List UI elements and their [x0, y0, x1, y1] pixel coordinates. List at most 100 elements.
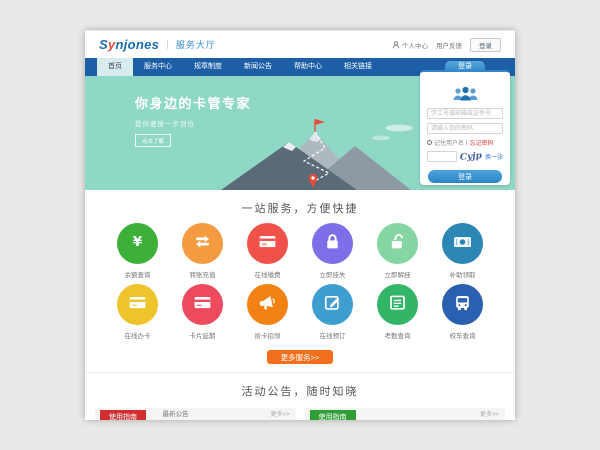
announcements-section: 活动公告，随时知晓 使用指南 最新公告 更多>> 使用指南 更多>> [85, 372, 515, 420]
logo-part: njones [116, 37, 160, 52]
service-label: 拾卡招领 [235, 330, 300, 340]
card-icon [257, 231, 278, 257]
announcements-title: 活动公告，随时知晓 [85, 383, 515, 399]
nav-item-1[interactable]: 服务中心 [133, 58, 183, 76]
services-title: 一站服务，方便快捷 [85, 200, 515, 216]
user-feedback-link[interactable]: 用户反馈 [436, 40, 462, 50]
service-button-8[interactable] [247, 284, 288, 325]
logo[interactable]: Synjones [99, 37, 159, 52]
nav-item-4[interactable]: 帮助中心 [283, 58, 333, 76]
service-label: 卡片延期 [170, 330, 235, 340]
service-item: 在线缴费 [235, 223, 300, 279]
nav-item-5[interactable]: 相关链接 [333, 58, 383, 76]
megaphone-icon [257, 292, 278, 318]
person-icon [392, 41, 400, 49]
yen-icon: ¥ [127, 231, 148, 257]
service-label: 立即解挂 [365, 269, 430, 279]
service-button-0[interactable]: ¥ [117, 223, 158, 264]
banknote-icon [452, 231, 473, 257]
header-divider: | [166, 39, 169, 50]
services-row: ¥ 余额查询转账充值在线缴费立即挂失立即解挂补助领取 [85, 223, 515, 279]
service-item: 立即解挂 [365, 223, 430, 279]
service-item: 校车查询 [430, 284, 495, 340]
captcha-image[interactable]: Cyjp [460, 151, 483, 163]
forgot-password-link[interactable]: 忘记密码 [470, 138, 494, 147]
left-ribbon-tab[interactable]: 使用指南 [100, 410, 146, 420]
left-more-link[interactable]: 更多>> [270, 408, 289, 420]
change-captcha-link[interactable]: 换一张 [485, 152, 503, 161]
service-button-9[interactable] [312, 284, 353, 325]
service-item: 在线办卡 [105, 284, 170, 340]
service-item: 卡片延期 [170, 284, 235, 340]
service-button-6[interactable] [117, 284, 158, 325]
announcements-left-panel: 使用指南 最新公告 更多>> [95, 408, 296, 420]
site-window: Synjones | 服务大厅 个人中心 用户反馈 登录 首页服务中心规章制度新… [85, 30, 515, 420]
service-item: 考勤查询 [365, 284, 430, 340]
services-section: 一站服务，方便快捷 ¥ 余额查询转账充值在线缴费立即挂失立即解挂补助领取在线办卡卡… [85, 200, 515, 364]
list-icon [387, 292, 408, 318]
edit-icon [322, 292, 343, 318]
latest-announcements-tab[interactable]: 最新公告 [162, 408, 188, 420]
logo-part: S [99, 37, 108, 52]
service-item: ¥ 余额查询 [105, 223, 170, 279]
service-button-7[interactable] [182, 284, 223, 325]
service-label: 补助领取 [430, 269, 495, 279]
header-login-button[interactable]: 登录 [470, 38, 501, 52]
service-button-10[interactable] [377, 284, 418, 325]
service-label: 立即挂失 [300, 269, 365, 279]
service-button-11[interactable] [442, 284, 483, 325]
service-label: 在线缴费 [235, 269, 300, 279]
service-label: 在线办卡 [105, 330, 170, 340]
service-button-4[interactable] [377, 223, 418, 264]
login-submit-button[interactable]: 登录 [428, 170, 502, 183]
top-header: Synjones | 服务大厅 个人中心 用户反馈 登录 [85, 30, 515, 58]
unlock-icon [387, 231, 408, 257]
login-panel: 登录 记住用户名 | 忘记密码 Cyjp 换一张 登录 [420, 70, 510, 185]
user-feedback-label: 用户反馈 [436, 40, 462, 50]
service-button-2[interactable] [247, 223, 288, 264]
site-title: 服务大厅 [176, 38, 216, 51]
captcha-input[interactable] [427, 151, 457, 162]
hero-title: 你身边的卡管专家 [135, 93, 251, 112]
nav-item-2[interactable]: 规章制度 [183, 58, 233, 76]
service-item: 拾卡招领 [235, 284, 300, 340]
service-button-3[interactable] [312, 223, 353, 264]
service-item: 补助领取 [430, 223, 495, 279]
service-item: 立即挂失 [300, 223, 365, 279]
service-label: 校车查询 [430, 330, 495, 340]
service-item: 转账充值 [170, 223, 235, 279]
lock-icon [322, 231, 343, 257]
services-grid: ¥ 余额查询转账充值在线缴费立即挂失立即解挂补助领取在线办卡卡片延期拾卡招领在线预… [85, 223, 515, 340]
nav-item-3[interactable]: 新闻公告 [233, 58, 283, 76]
svg-text:¥: ¥ [133, 234, 143, 250]
card-icon [192, 292, 213, 318]
login-tab[interactable]: 登录 [445, 61, 485, 72]
remember-checkbox[interactable] [427, 140, 432, 145]
personal-center-label: 个人中心 [402, 40, 428, 50]
card-icon [127, 292, 148, 318]
transfer-icon [192, 231, 213, 257]
logo-accent: y [108, 37, 116, 52]
right-more-link[interactable]: 更多>> [480, 408, 499, 420]
password-input[interactable] [427, 123, 503, 134]
hero-cta-button[interactable]: 点击了解 [135, 134, 171, 147]
remember-label: 记住用户名 [434, 138, 464, 147]
more-services-button[interactable]: 更多服务>> [267, 350, 333, 364]
nav-item-0[interactable]: 首页 [97, 58, 133, 76]
service-button-1[interactable] [182, 223, 223, 264]
service-button-5[interactable] [442, 223, 483, 264]
service-label: 考勤查询 [365, 330, 430, 340]
mountain-illustration [203, 114, 425, 190]
announcements-right-panel: 使用指南 更多>> [305, 408, 506, 420]
right-ribbon-tab[interactable]: 使用指南 [310, 410, 356, 420]
services-row: 在线办卡卡片延期拾卡招领在线预订考勤查询校车查询 [85, 284, 515, 340]
bus-icon [452, 292, 473, 318]
remember-divider: | [466, 140, 468, 146]
username-input[interactable] [427, 108, 503, 119]
service-label: 余额查询 [105, 269, 170, 279]
personal-center-link[interactable]: 个人中心 [392, 40, 428, 50]
service-item: 在线预订 [300, 284, 365, 340]
service-label: 在线预订 [300, 330, 365, 340]
users-icon [427, 86, 503, 104]
service-label: 转账充值 [170, 269, 235, 279]
